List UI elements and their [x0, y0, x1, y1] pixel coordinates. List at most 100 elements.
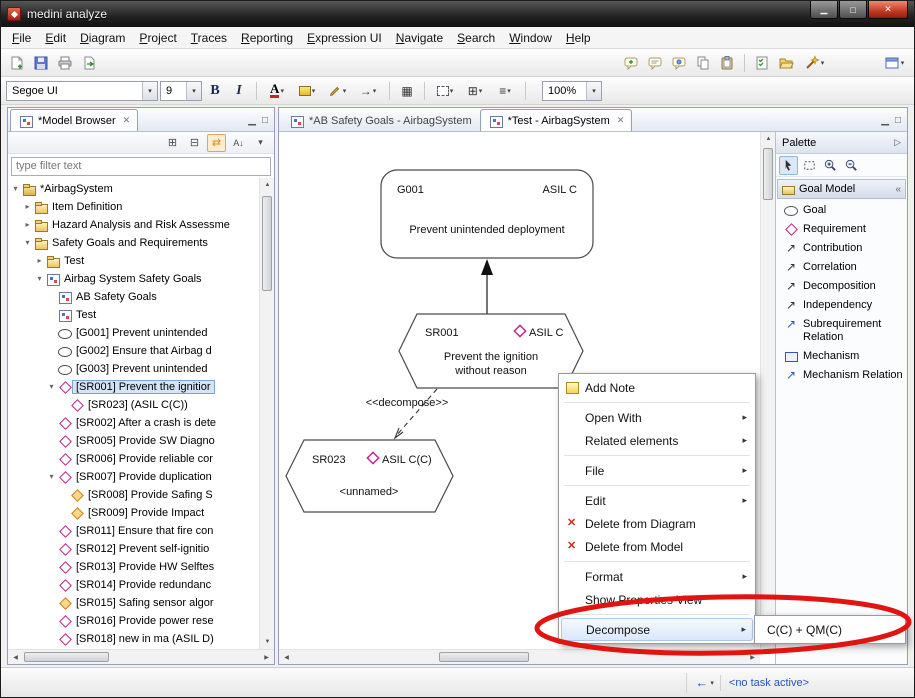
tree-item[interactable]: [SR018] new in ma (ASIL D) — [8, 630, 258, 648]
palette-item[interactable]: Subrequirement Relation — [776, 315, 907, 347]
tree-item[interactable]: [SR016] Provide power rese — [8, 612, 258, 630]
close-button[interactable]: ✕ — [868, 1, 908, 19]
tree-item[interactable]: ▾ [SR001] Prevent the ignitior — [8, 378, 258, 396]
contribution-edge[interactable] — [481, 259, 493, 315]
link-with-editor-button[interactable]: ⇄ — [207, 134, 226, 152]
menu-item[interactable]: Expression UI — [300, 28, 389, 48]
tree-item[interactable]: ▸ Item Definition — [8, 198, 258, 216]
context-menu-item[interactable]: Delete from Model — [561, 535, 753, 558]
tree-item[interactable]: [SR008] Provide Safing S — [8, 486, 258, 504]
scroll-left-icon[interactable]: ◀ — [279, 650, 294, 664]
menu-item[interactable]: Search — [450, 28, 502, 48]
expand-all-button[interactable]: ⊞ — [163, 134, 182, 152]
context-menu-item[interactable]: Show Properties View — [561, 588, 753, 611]
context-menu-item[interactable]: Open With ▸ — [561, 406, 753, 429]
tree-vertical-scrollbar[interactable]: ▲ ▼ — [259, 178, 274, 650]
palette-item[interactable]: Contribution — [776, 239, 907, 258]
expander-icon[interactable]: ▾ — [46, 472, 57, 481]
open-model-button[interactable] — [775, 52, 797, 74]
tree-item[interactable]: [SR011] Ensure that fire con — [8, 522, 258, 540]
tree-item[interactable]: [SR014] Provide redundanc — [8, 576, 258, 594]
context-menu-item[interactable]: Edit ▸ — [561, 489, 753, 512]
maximize-view-icon[interactable]: □ — [262, 116, 268, 126]
palette-item[interactable]: Mechanism Relation — [776, 366, 907, 385]
arrow-style-button[interactable]: → ▾ — [353, 80, 383, 102]
tree-item[interactable]: AB Safety Goals — [8, 288, 258, 306]
expander-icon[interactable]: ▾ — [46, 382, 57, 391]
scroll-up-icon[interactable]: ▲ — [260, 178, 275, 192]
scrollbar-thumb[interactable] — [262, 196, 272, 291]
context-menu-item[interactable]: File ▸ — [561, 459, 753, 482]
menu-item[interactable]: Traces — [184, 28, 234, 48]
tree-item[interactable]: [G002] Ensure that Airbag d — [8, 342, 258, 360]
tree-item[interactable]: [SR015] Safing sensor algor — [8, 594, 258, 612]
palette-item[interactable]: Independency — [776, 296, 907, 315]
tree-item[interactable]: [G003] Prevent unintended — [8, 360, 258, 378]
maximize-editor-icon[interactable]: □ — [895, 116, 901, 126]
comments-button[interactable] — [644, 52, 666, 74]
font-color-button[interactable]: A ▾ — [263, 80, 291, 102]
tree-item[interactable]: ▾ [SR007] Provide duplication — [8, 468, 258, 486]
menu-item[interactable]: Edit — [38, 28, 73, 48]
context-menu-item[interactable]: Format ▸ — [561, 565, 753, 588]
palette-item[interactable]: Requirement — [776, 220, 907, 239]
palette-item[interactable]: Mechanism — [776, 347, 907, 366]
editor-tab-test[interactable]: *Test - AirbagSystem ✕ — [480, 109, 633, 131]
print-button[interactable] — [54, 52, 76, 74]
select-tool[interactable] — [779, 156, 798, 175]
menu-item[interactable]: File — [5, 28, 38, 48]
expander-icon[interactable]: ▾ — [10, 184, 21, 193]
context-menu-item[interactable]: Delete from Diagram — [561, 512, 753, 535]
tree-item[interactable]: ▸ Test — [8, 252, 258, 270]
tree-item[interactable]: Test — [8, 306, 258, 324]
model-browser-tab[interactable]: *Model Browser ✕ — [10, 109, 138, 131]
fill-color-button[interactable]: ▾ — [293, 80, 321, 102]
collapse-all-button[interactable]: ⊟ — [185, 134, 204, 152]
filter-input[interactable] — [11, 157, 271, 176]
view-menu-button[interactable]: ▾ — [251, 134, 270, 152]
task-dropdown-icon[interactable]: ▾ — [710, 679, 714, 687]
palette-item[interactable]: Correlation — [776, 258, 907, 277]
canvas-vertical-scrollbar[interactable]: ▲ ▼ — [760, 132, 775, 649]
clipboard-button[interactable] — [716, 52, 738, 74]
tree-item[interactable]: [SR005] Provide SW Diagno — [8, 432, 258, 450]
tree-item[interactable]: ▾ Safety Goals and Requirements — [8, 234, 258, 252]
wand-button[interactable]: ▾ — [799, 52, 829, 74]
requirement-node-sr023[interactable]: SR023 ASIL C(C) <unnamed> — [286, 440, 453, 512]
sort-button[interactable]: A↓ — [229, 134, 248, 152]
menu-item[interactable]: Reporting — [234, 28, 300, 48]
tree-item[interactable]: [G001] Prevent unintended — [8, 324, 258, 342]
tree-item[interactable]: [SR012] Prevent self-ignitio — [8, 540, 258, 558]
submenu-item-decompose-option[interactable]: C(C) + QM(C) — [757, 618, 903, 641]
tree-item[interactable]: ▾ *AirbagSystem — [8, 180, 258, 198]
scrollbar-thumb[interactable] — [763, 148, 773, 200]
palette-collapse-icon[interactable]: ▷ — [894, 137, 901, 148]
select-mode-button[interactable]: ▾ — [431, 80, 459, 102]
requirement-node-sr001[interactable]: SR001 ASIL C Prevent the ignition withou… — [399, 314, 583, 388]
context-menu-item[interactable]: Add Note — [561, 376, 753, 399]
export-report-button[interactable] — [78, 52, 100, 74]
zoom-in-tool[interactable] — [821, 156, 840, 175]
canvas-horizontal-scrollbar[interactable]: ◀ ▶ — [279, 649, 760, 664]
save-button[interactable] — [30, 52, 52, 74]
table-button[interactable]: ▦ — [396, 80, 418, 102]
zoom-out-tool[interactable] — [842, 156, 861, 175]
tree-item[interactable]: [SR023] (ASIL C(C)) — [8, 396, 258, 414]
new-window-button[interactable]: ▾ — [879, 52, 909, 74]
minimize-editor-icon[interactable]: ▁ — [881, 116, 889, 126]
font-name-combo[interactable]: Segoe UI ▾ — [6, 81, 158, 101]
editor-tab-ab-safety-goals[interactable]: *AB Safety Goals - AirbagSystem — [281, 109, 480, 131]
tree-item[interactable]: [SR013] Provide HW Selftes — [8, 558, 258, 576]
close-tab-icon[interactable]: ✕ — [617, 115, 625, 126]
decompose-edge[interactable]: <<decompose>> — [366, 389, 449, 438]
context-menu-item[interactable]: Related elements ▸ — [561, 429, 753, 452]
tree-horizontal-scrollbar[interactable]: ◀ ▶ — [8, 649, 274, 664]
maximize-button[interactable]: □ — [839, 1, 867, 19]
context-menu-item[interactable]: Decompose ▸ — [561, 618, 753, 641]
close-view-icon[interactable]: ✕ — [123, 115, 131, 126]
tree-item[interactable]: [SR006] Provide reliable cor — [8, 450, 258, 468]
palette-item[interactable]: Goal — [776, 201, 907, 220]
scrollbar-thumb[interactable] — [24, 652, 109, 662]
tree-item[interactable]: ▸ Hazard Analysis and Risk Assessme — [8, 216, 258, 234]
line-color-button[interactable]: ▾ — [323, 80, 351, 102]
